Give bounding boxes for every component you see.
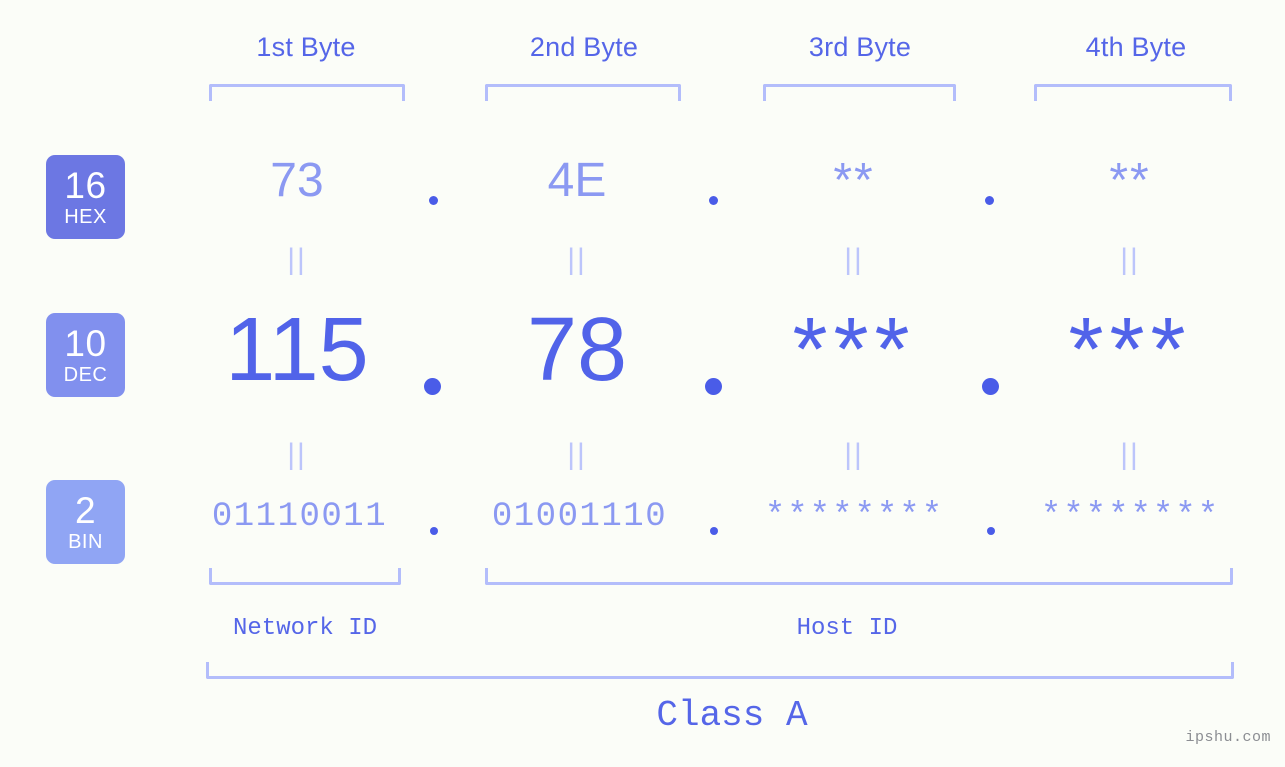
equals-marker-dec-bin-3: || xyxy=(844,438,864,471)
byte-header-2: 2nd Byte xyxy=(529,32,639,62)
byte-bracket-top-1 xyxy=(209,84,405,101)
dec-separator-dot-1 xyxy=(424,378,441,395)
bin-byte-3-value: ******** xyxy=(764,498,945,536)
host-id-label: Host ID xyxy=(796,615,898,642)
bin-byte-4-value: ******** xyxy=(1040,498,1221,536)
network-id-label: Network ID xyxy=(232,615,378,642)
equals-marker-hex-dec-2: || xyxy=(567,243,587,276)
base-badge-dec-abbr: DEC xyxy=(63,364,108,386)
dec-byte-1-value: 115 xyxy=(225,300,369,400)
byte-bracket-top-3 xyxy=(763,84,956,101)
base-badge-bin-abbr: BIN xyxy=(68,531,103,553)
hex-separator-dot-3 xyxy=(985,196,994,205)
dec-byte-2-value: 78 xyxy=(526,300,628,400)
byte-bracket-top-4 xyxy=(1034,84,1232,101)
class-bracket xyxy=(206,662,1234,679)
byte-header-3: 3rd Byte xyxy=(808,32,912,62)
hex-separator-dot-1 xyxy=(429,196,438,205)
bin-separator-dot-2 xyxy=(710,527,718,535)
hex-byte-2-value: 4E xyxy=(547,154,607,207)
hex-separator-dot-2 xyxy=(709,196,718,205)
hex-byte-3-value: ** xyxy=(833,154,875,207)
equals-marker-dec-bin-2: || xyxy=(567,438,587,471)
bin-separator-dot-1 xyxy=(430,527,438,535)
base-badge-dec-number: 10 xyxy=(64,323,107,364)
base-badge-hex: 16 HEX xyxy=(46,155,125,239)
base-badge-bin: 2 BIN xyxy=(46,480,125,564)
class-label: Class A xyxy=(656,695,808,736)
network-id-bracket xyxy=(209,568,401,585)
byte-bracket-top-2 xyxy=(485,84,681,101)
hex-byte-4-value: ** xyxy=(1109,154,1151,207)
byte-header-1: 1st Byte xyxy=(256,32,356,62)
bin-separator-dot-3 xyxy=(987,527,995,535)
equals-marker-hex-dec-1: || xyxy=(287,243,307,276)
equals-marker-dec-bin-1: || xyxy=(287,438,307,471)
base-badge-dec: 10 DEC xyxy=(46,313,125,397)
base-badge-hex-number: 16 xyxy=(64,165,107,206)
hex-byte-1-value: 73 xyxy=(270,154,324,207)
dec-separator-dot-2 xyxy=(705,378,722,395)
base-badge-bin-number: 2 xyxy=(74,490,97,531)
equals-marker-dec-bin-4: || xyxy=(1120,438,1140,471)
byte-header-4: 4th Byte xyxy=(1085,32,1187,62)
host-id-bracket xyxy=(485,568,1233,585)
dec-byte-3-value: *** xyxy=(792,300,916,400)
equals-marker-hex-dec-3: || xyxy=(844,243,864,276)
base-badge-hex-abbr: HEX xyxy=(64,206,107,228)
equals-marker-hex-dec-4: || xyxy=(1120,243,1140,276)
dec-separator-dot-3 xyxy=(982,378,999,395)
bin-byte-2-value: 01001110 xyxy=(491,498,668,536)
site-watermark: ipshu.com xyxy=(1185,729,1271,746)
bin-byte-1-value: 01110011 xyxy=(211,498,388,536)
dec-byte-4-value: *** xyxy=(1068,300,1192,400)
ip-address-breakdown-diagram: 1st Byte 2nd Byte 3rd Byte 4th Byte 16 H… xyxy=(0,0,1285,767)
